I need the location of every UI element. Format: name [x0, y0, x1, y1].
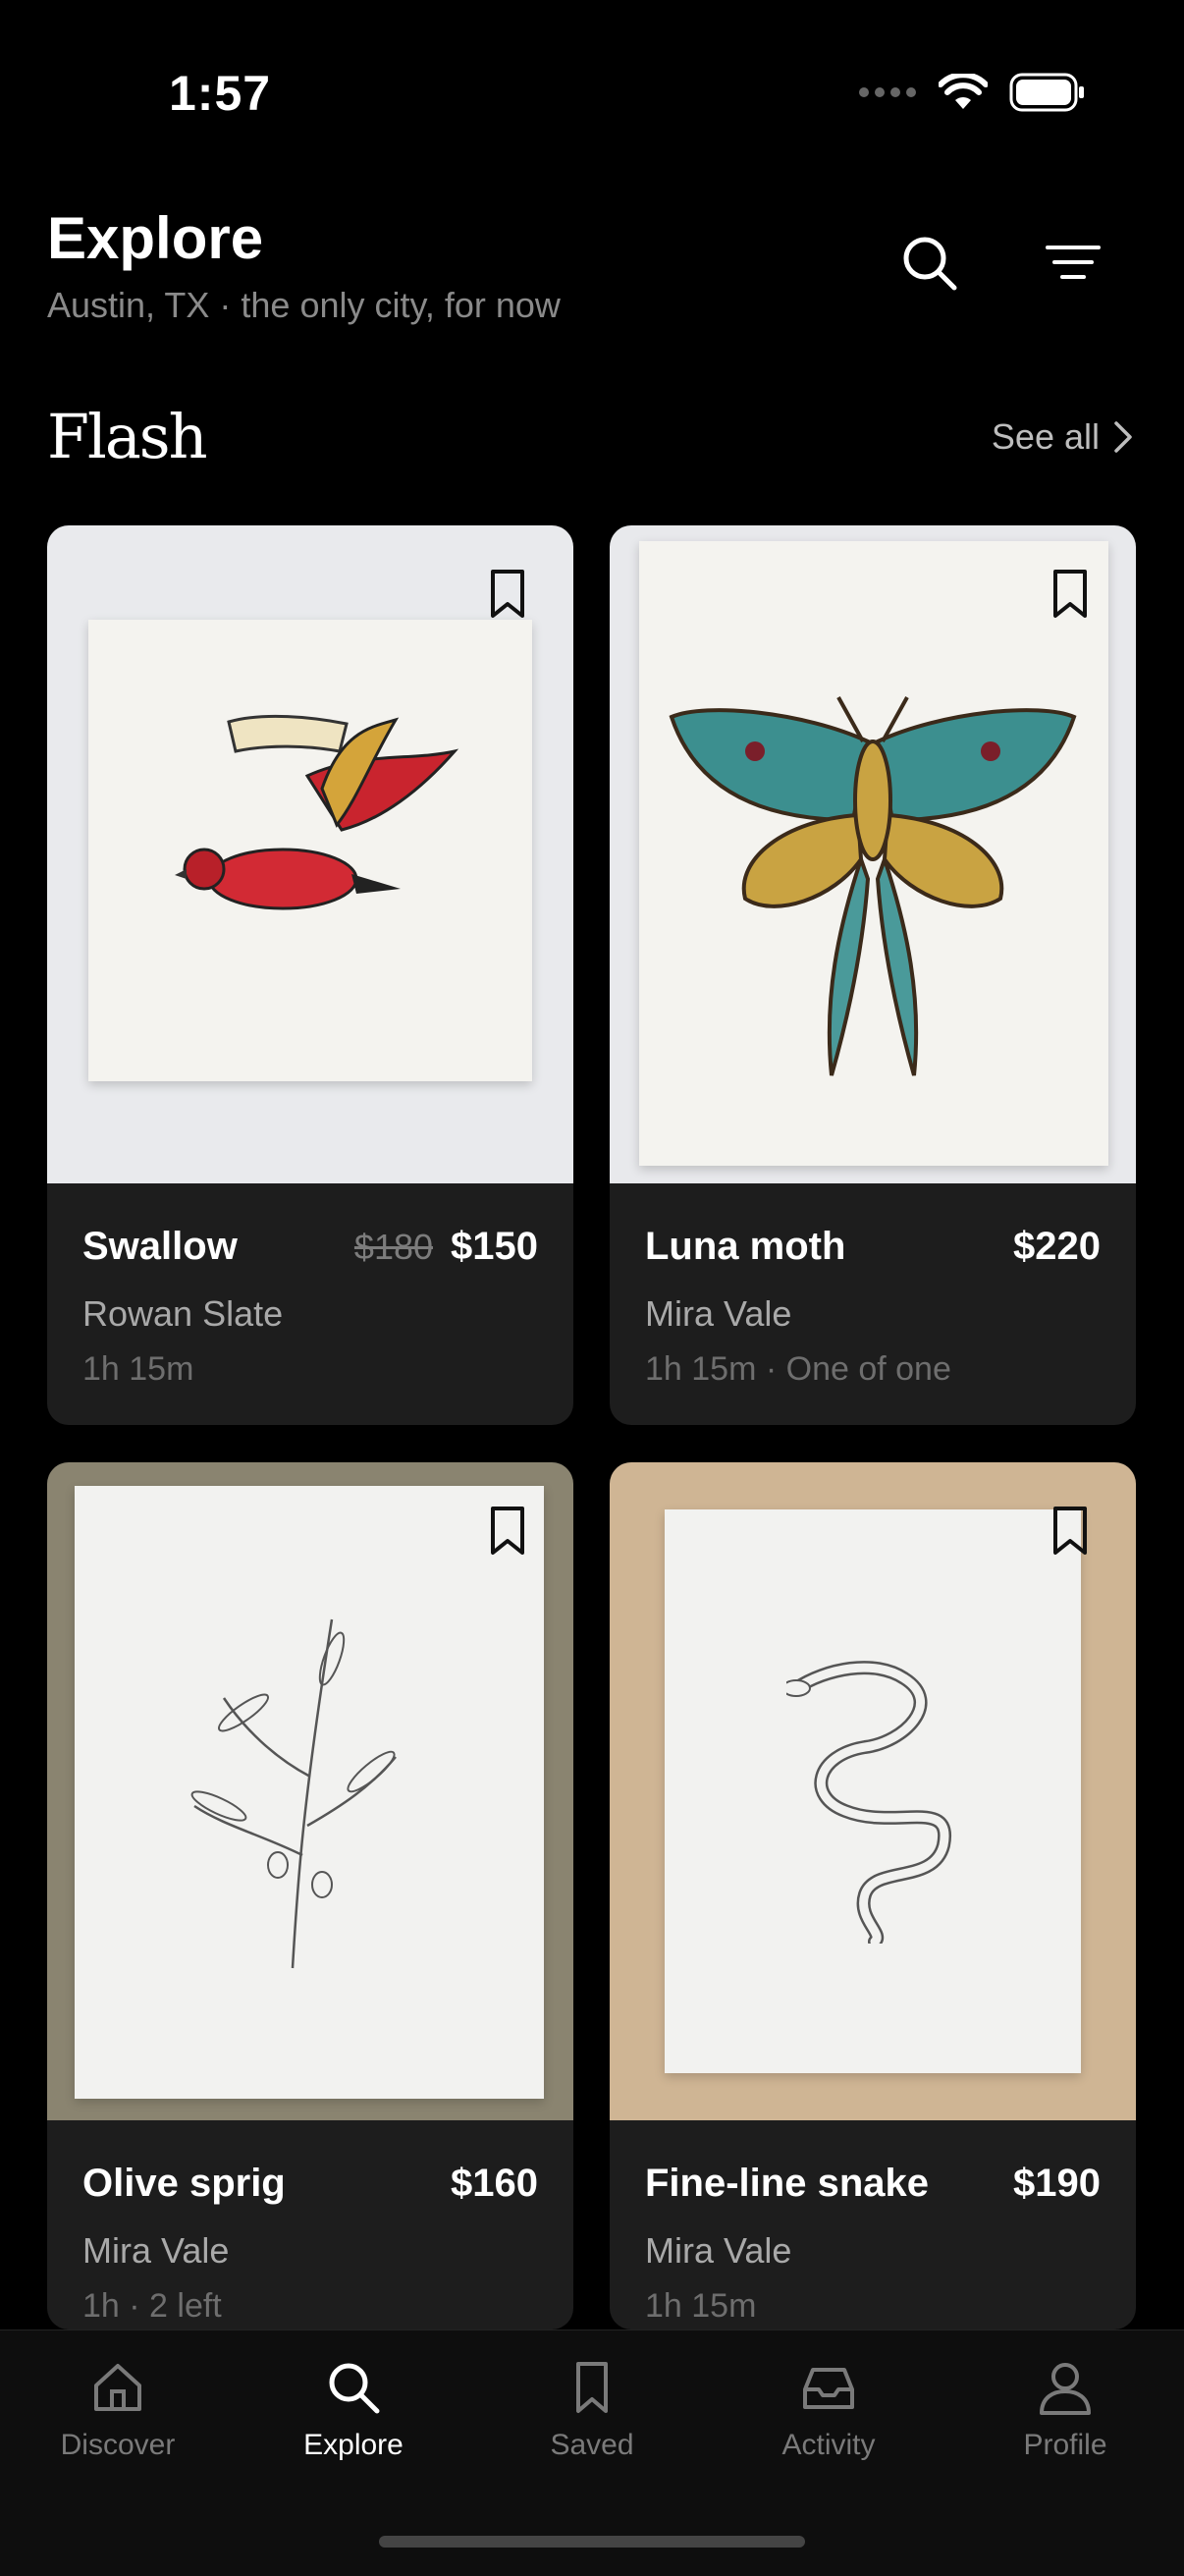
cellular-signal-icon	[859, 87, 916, 97]
flash-card[interactable]: Olive sprig $160 Mira Vale 1h · 2 left	[47, 1462, 573, 2329]
tab-label: Activity	[781, 2429, 876, 2461]
flash-card-info: Swallow $180 $150 Rowan Slate 1h 15m	[47, 1183, 573, 1425]
flash-meta: 1h 15m	[645, 2287, 757, 2325]
bookmark-icon[interactable]	[489, 569, 526, 620]
flash-name: Olive sprig	[82, 2162, 286, 2205]
tab-label: Explore	[303, 2429, 404, 2461]
section-title: Flash	[47, 401, 208, 472]
flash-meta: 1h · 2 left	[82, 2287, 222, 2325]
flash-price: $220	[1013, 1225, 1101, 1268]
bookmark-icon[interactable]	[489, 1506, 526, 1557]
filter-button[interactable]	[1034, 224, 1112, 302]
battery-icon	[1009, 73, 1084, 112]
tab-label: Profile	[1023, 2429, 1107, 2461]
search-icon	[329, 2363, 380, 2414]
bookmark-icon	[576, 2362, 608, 2413]
page-title: Explore	[47, 205, 264, 271]
location-subtitle: Austin, TX · the only city, for now	[47, 285, 561, 325]
flash-meta: 1h 15m · One of one	[645, 1350, 951, 1388]
see-all-link[interactable]: See all	[992, 416, 1133, 458]
flash-image	[610, 525, 1136, 1183]
flash-name: Fine-line snake	[645, 2162, 929, 2205]
artist-name: Mira Vale	[82, 2230, 230, 2271]
flash-card[interactable]: Fine-line snake $190 Mira Vale 1h 15m	[610, 1462, 1136, 2329]
snake-illustration	[786, 1661, 952, 1944]
status-time: 1:57	[169, 66, 272, 121]
olive-sprig-illustration	[190, 1618, 397, 1969]
flash-price-group: $160	[451, 2162, 538, 2206]
search-icon	[903, 237, 957, 291]
artist-name: Rowan Slate	[82, 1293, 284, 1334]
swallow-illustration	[175, 714, 459, 910]
original-price: $180	[353, 1227, 434, 1267]
home-indicator	[379, 2536, 805, 2548]
tab-activity[interactable]: Activity	[721, 2360, 937, 2462]
luna-moth-illustration	[669, 696, 1077, 1076]
flash-name: Swallow	[82, 1225, 238, 1268]
flash-card[interactable]: Luna moth $220 Mira Vale 1h 15m · One of…	[610, 525, 1136, 1425]
flash-price-group: $220	[1013, 1225, 1101, 1269]
tab-saved[interactable]: Saved	[484, 2360, 700, 2462]
search-button[interactable]	[890, 224, 969, 302]
chevron-right-icon	[1114, 421, 1132, 453]
wifi-icon	[939, 74, 988, 109]
flash-price-group: $180 $150	[354, 1225, 538, 1269]
artist-name: Mira Vale	[645, 2230, 792, 2271]
flash-card[interactable]: Swallow $180 $150 Rowan Slate 1h 15m	[47, 525, 573, 1425]
flash-card-info: Luna moth $220 Mira Vale 1h 15m · One of…	[610, 1183, 1136, 1425]
bookmark-icon[interactable]	[1051, 1506, 1089, 1557]
flash-meta: 1h 15m	[82, 1350, 194, 1388]
filter-icon	[1046, 246, 1101, 279]
flash-price: $150	[451, 1225, 538, 1268]
flash-name: Luna moth	[645, 1225, 846, 1268]
home-icon	[94, 2364, 141, 2411]
bookmark-icon[interactable]	[1051, 569, 1089, 620]
flash-price-group: $190	[1013, 2162, 1101, 2206]
tab-explore[interactable]: Explore	[245, 2360, 461, 2462]
inbox-icon	[803, 2368, 854, 2409]
flash-image	[610, 1462, 1136, 2120]
flash-price: $190	[1013, 2162, 1101, 2205]
tab-label: Saved	[550, 2429, 634, 2461]
tab-profile[interactable]: Profile	[957, 2360, 1173, 2462]
flash-card-info: Olive sprig $160 Mira Vale 1h · 2 left	[47, 2120, 573, 2329]
tab-label: Discover	[60, 2429, 176, 2461]
tab-discover[interactable]: Discover	[10, 2360, 226, 2462]
see-all-label: See all	[991, 416, 1100, 457]
flash-card-info: Fine-line snake $190 Mira Vale 1h 15m	[610, 2120, 1136, 2329]
status-icons	[858, 73, 1086, 112]
flash-price: $160	[451, 2162, 538, 2205]
flash-image	[47, 525, 573, 1183]
flash-image	[47, 1462, 573, 2120]
person-icon	[1040, 2363, 1091, 2415]
artist-name: Mira Vale	[645, 1293, 792, 1334]
